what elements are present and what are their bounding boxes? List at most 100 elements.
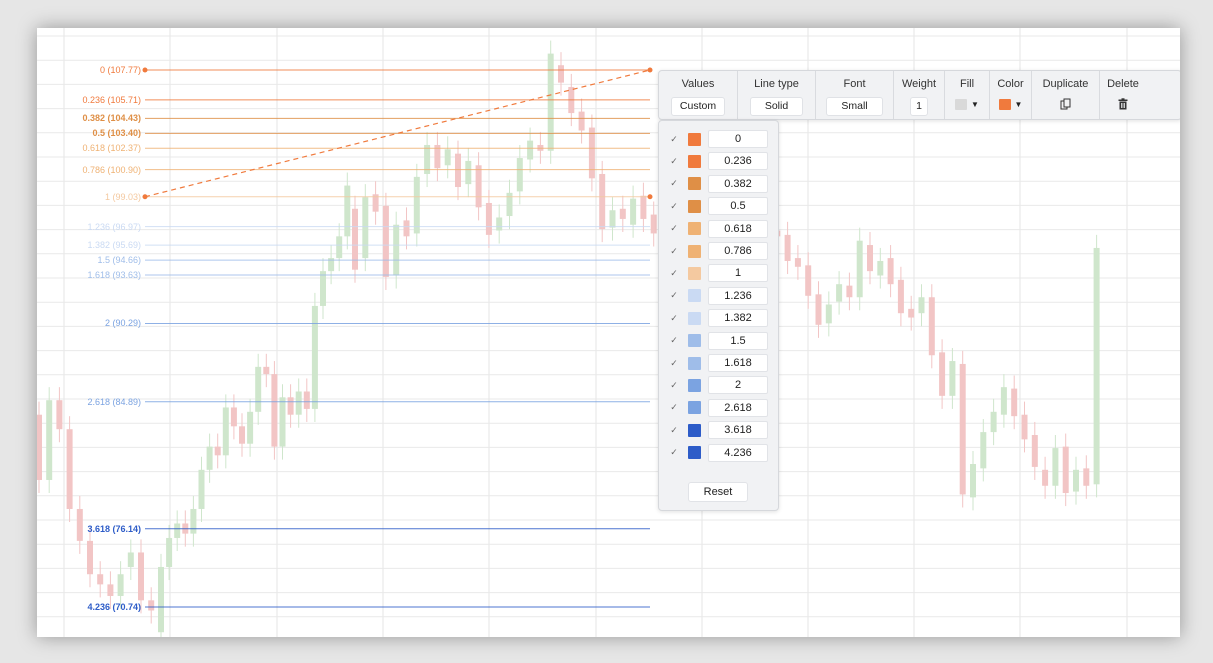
checkmark-icon[interactable]: ✓ <box>668 200 680 212</box>
level-value-input[interactable]: 2 <box>708 376 768 395</box>
delete-group[interactable]: Delete <box>1100 71 1146 119</box>
fib-level-label: 0.382 (104.43) <box>82 113 141 124</box>
level-color-swatch[interactable] <box>688 199 701 213</box>
level-row: ✓ 0.786 <box>668 241 768 261</box>
candle-body <box>877 260 884 276</box>
color-picker[interactable]: ▼ <box>998 99 1023 110</box>
level-value-input[interactable]: 0.618 <box>708 219 768 238</box>
checkmark-icon[interactable]: ✓ <box>668 424 680 436</box>
level-value-input[interactable]: 2.618 <box>708 398 768 417</box>
level-value-input[interactable]: 0 <box>708 130 768 148</box>
drawing-toolbar: Values Custom Line type Solid Font Small… <box>658 70 1180 120</box>
checkmark-icon[interactable]: ✓ <box>668 402 680 414</box>
checkmark-icon[interactable]: ✓ <box>668 290 680 302</box>
candle-body <box>279 397 286 447</box>
level-value-input[interactable]: 1.618 <box>708 354 768 372</box>
weight-input[interactable]: 1 <box>910 97 928 116</box>
level-color-swatch[interactable] <box>688 244 701 258</box>
candle-body <box>230 407 237 427</box>
candle-body <box>599 173 606 230</box>
drag-handle[interactable] <box>647 194 653 200</box>
caret-down-icon[interactable]: ▼ <box>971 100 979 110</box>
checkmark-icon[interactable]: ✓ <box>668 178 680 190</box>
checkmark-icon[interactable]: ✓ <box>668 379 680 391</box>
checkmark-icon[interactable]: ✓ <box>668 267 680 279</box>
level-color-swatch[interactable] <box>688 446 701 460</box>
values-title: Values <box>681 78 715 90</box>
level-value-input[interactable]: 0.236 <box>708 152 768 171</box>
fib-level-label: 0.786 (100.90) <box>82 164 141 175</box>
candle-body <box>455 153 461 188</box>
checkmark-icon[interactable]: ✓ <box>668 335 680 347</box>
level-color-swatch[interactable] <box>688 132 701 146</box>
candle-body <box>320 271 326 306</box>
reset-button[interactable]: Reset <box>688 482 748 502</box>
level-color-swatch[interactable] <box>688 356 701 370</box>
level-row: ✓ 0.618 <box>668 219 768 239</box>
level-color-swatch[interactable] <box>688 311 701 325</box>
level-color-swatch[interactable] <box>688 289 701 303</box>
values-dropdown[interactable]: Custom <box>670 97 726 116</box>
candle-body <box>609 210 616 228</box>
level-color-swatch[interactable] <box>688 222 701 236</box>
level-value-input[interactable]: 1.236 <box>708 286 768 305</box>
fill-swatch-icon[interactable] <box>955 99 968 110</box>
drag-handle[interactable] <box>142 194 148 200</box>
level-value-input[interactable]: 0.786 <box>708 242 768 260</box>
fib-level-label: 4.236 (70.74) <box>87 602 141 612</box>
candle-body <box>640 195 647 219</box>
candle-body <box>784 234 791 261</box>
level-color-swatch[interactable] <box>688 154 701 168</box>
level-color-swatch[interactable] <box>688 423 701 437</box>
level-value-input[interactable]: 4.236 <box>708 443 768 462</box>
level-value-input[interactable]: 3.618 <box>708 421 768 440</box>
level-color-swatch[interactable] <box>688 177 701 191</box>
checkmark-icon[interactable]: ✓ <box>668 357 680 369</box>
candle-body <box>190 508 197 534</box>
font-dropdown[interactable]: Small <box>826 97 883 116</box>
candle-body <box>805 265 812 296</box>
level-value-input[interactable]: 1.5 <box>708 331 768 350</box>
candle-body <box>527 140 534 160</box>
fill-picker[interactable]: ▼ <box>955 99 979 110</box>
level-row: ✓ 1 <box>668 263 768 283</box>
weight-group: Weight 1 <box>894 71 945 119</box>
font-title: Font <box>843 78 866 90</box>
level-row: ✓ 1.618 <box>668 353 768 373</box>
checkmark-icon[interactable]: ✓ <box>668 447 680 459</box>
trash-icon[interactable] <box>1116 97 1130 111</box>
candle-body <box>485 202 492 235</box>
candle-body <box>980 432 987 469</box>
duplicate-icon[interactable] <box>1059 97 1073 111</box>
duplicate-group[interactable]: Duplicate <box>1032 71 1100 119</box>
level-color-swatch[interactable] <box>688 266 701 280</box>
candle-body <box>1031 435 1038 467</box>
color-group: Color ▼ <box>990 71 1032 119</box>
candle-body <box>794 258 801 267</box>
checkmark-icon[interactable]: ✓ <box>668 133 680 145</box>
candle-body <box>588 127 595 179</box>
checkmark-icon[interactable]: ✓ <box>668 312 680 324</box>
candle-body <box>393 224 400 276</box>
candle-body <box>303 391 310 409</box>
checkmark-icon[interactable]: ✓ <box>668 155 680 167</box>
candle-body <box>516 158 523 192</box>
level-value-input[interactable]: 1 <box>708 264 768 283</box>
checkmark-icon[interactable]: ✓ <box>668 223 680 235</box>
drag-handle[interactable] <box>647 67 653 73</box>
checkmark-icon[interactable]: ✓ <box>668 245 680 257</box>
caret-down-icon[interactable]: ▼ <box>1015 100 1023 110</box>
level-value-input[interactable]: 0.5 <box>708 197 768 216</box>
level-color-swatch[interactable] <box>688 401 701 415</box>
level-row: ✓ 2 <box>668 375 768 395</box>
level-color-swatch[interactable] <box>688 334 701 348</box>
color-swatch-icon[interactable] <box>998 99 1011 110</box>
candle-body <box>856 240 863 298</box>
level-color-swatch[interactable] <box>688 378 701 392</box>
level-value-input[interactable]: 1.382 <box>708 309 768 328</box>
drag-handle[interactable] <box>142 67 148 73</box>
level-value-input[interactable]: 0.382 <box>708 174 768 193</box>
candle-body <box>949 361 956 396</box>
linetype-dropdown[interactable]: Solid <box>749 97 804 116</box>
fib-level-label: 0.236 (105.71) <box>82 94 141 105</box>
